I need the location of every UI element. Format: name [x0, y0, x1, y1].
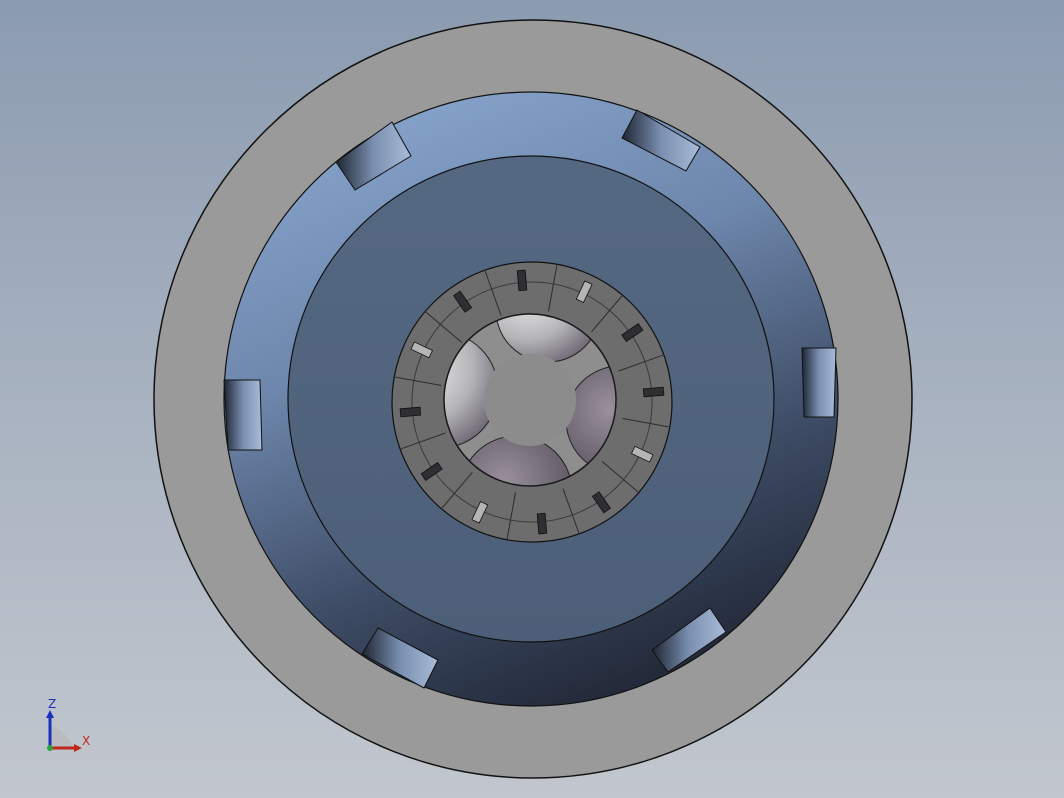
x-axis-label: X [82, 734, 91, 748]
axis-triad: Z X [40, 696, 100, 756]
z-axis-label: Z [48, 697, 57, 711]
part-model[interactable] [0, 0, 1064, 798]
hub-slot [536, 512, 548, 535]
3d-viewport[interactable]: Z X [0, 0, 1064, 798]
hub-slot [516, 269, 528, 292]
hub-slot [642, 386, 665, 398]
origin-dot [47, 745, 53, 751]
notch [801, 347, 837, 418]
notch [223, 379, 263, 451]
z-axis-head [46, 710, 54, 718]
triad-plane [50, 726, 74, 748]
x-axis-head [74, 744, 82, 752]
hub-slot [399, 406, 422, 418]
bore-center [484, 354, 576, 446]
